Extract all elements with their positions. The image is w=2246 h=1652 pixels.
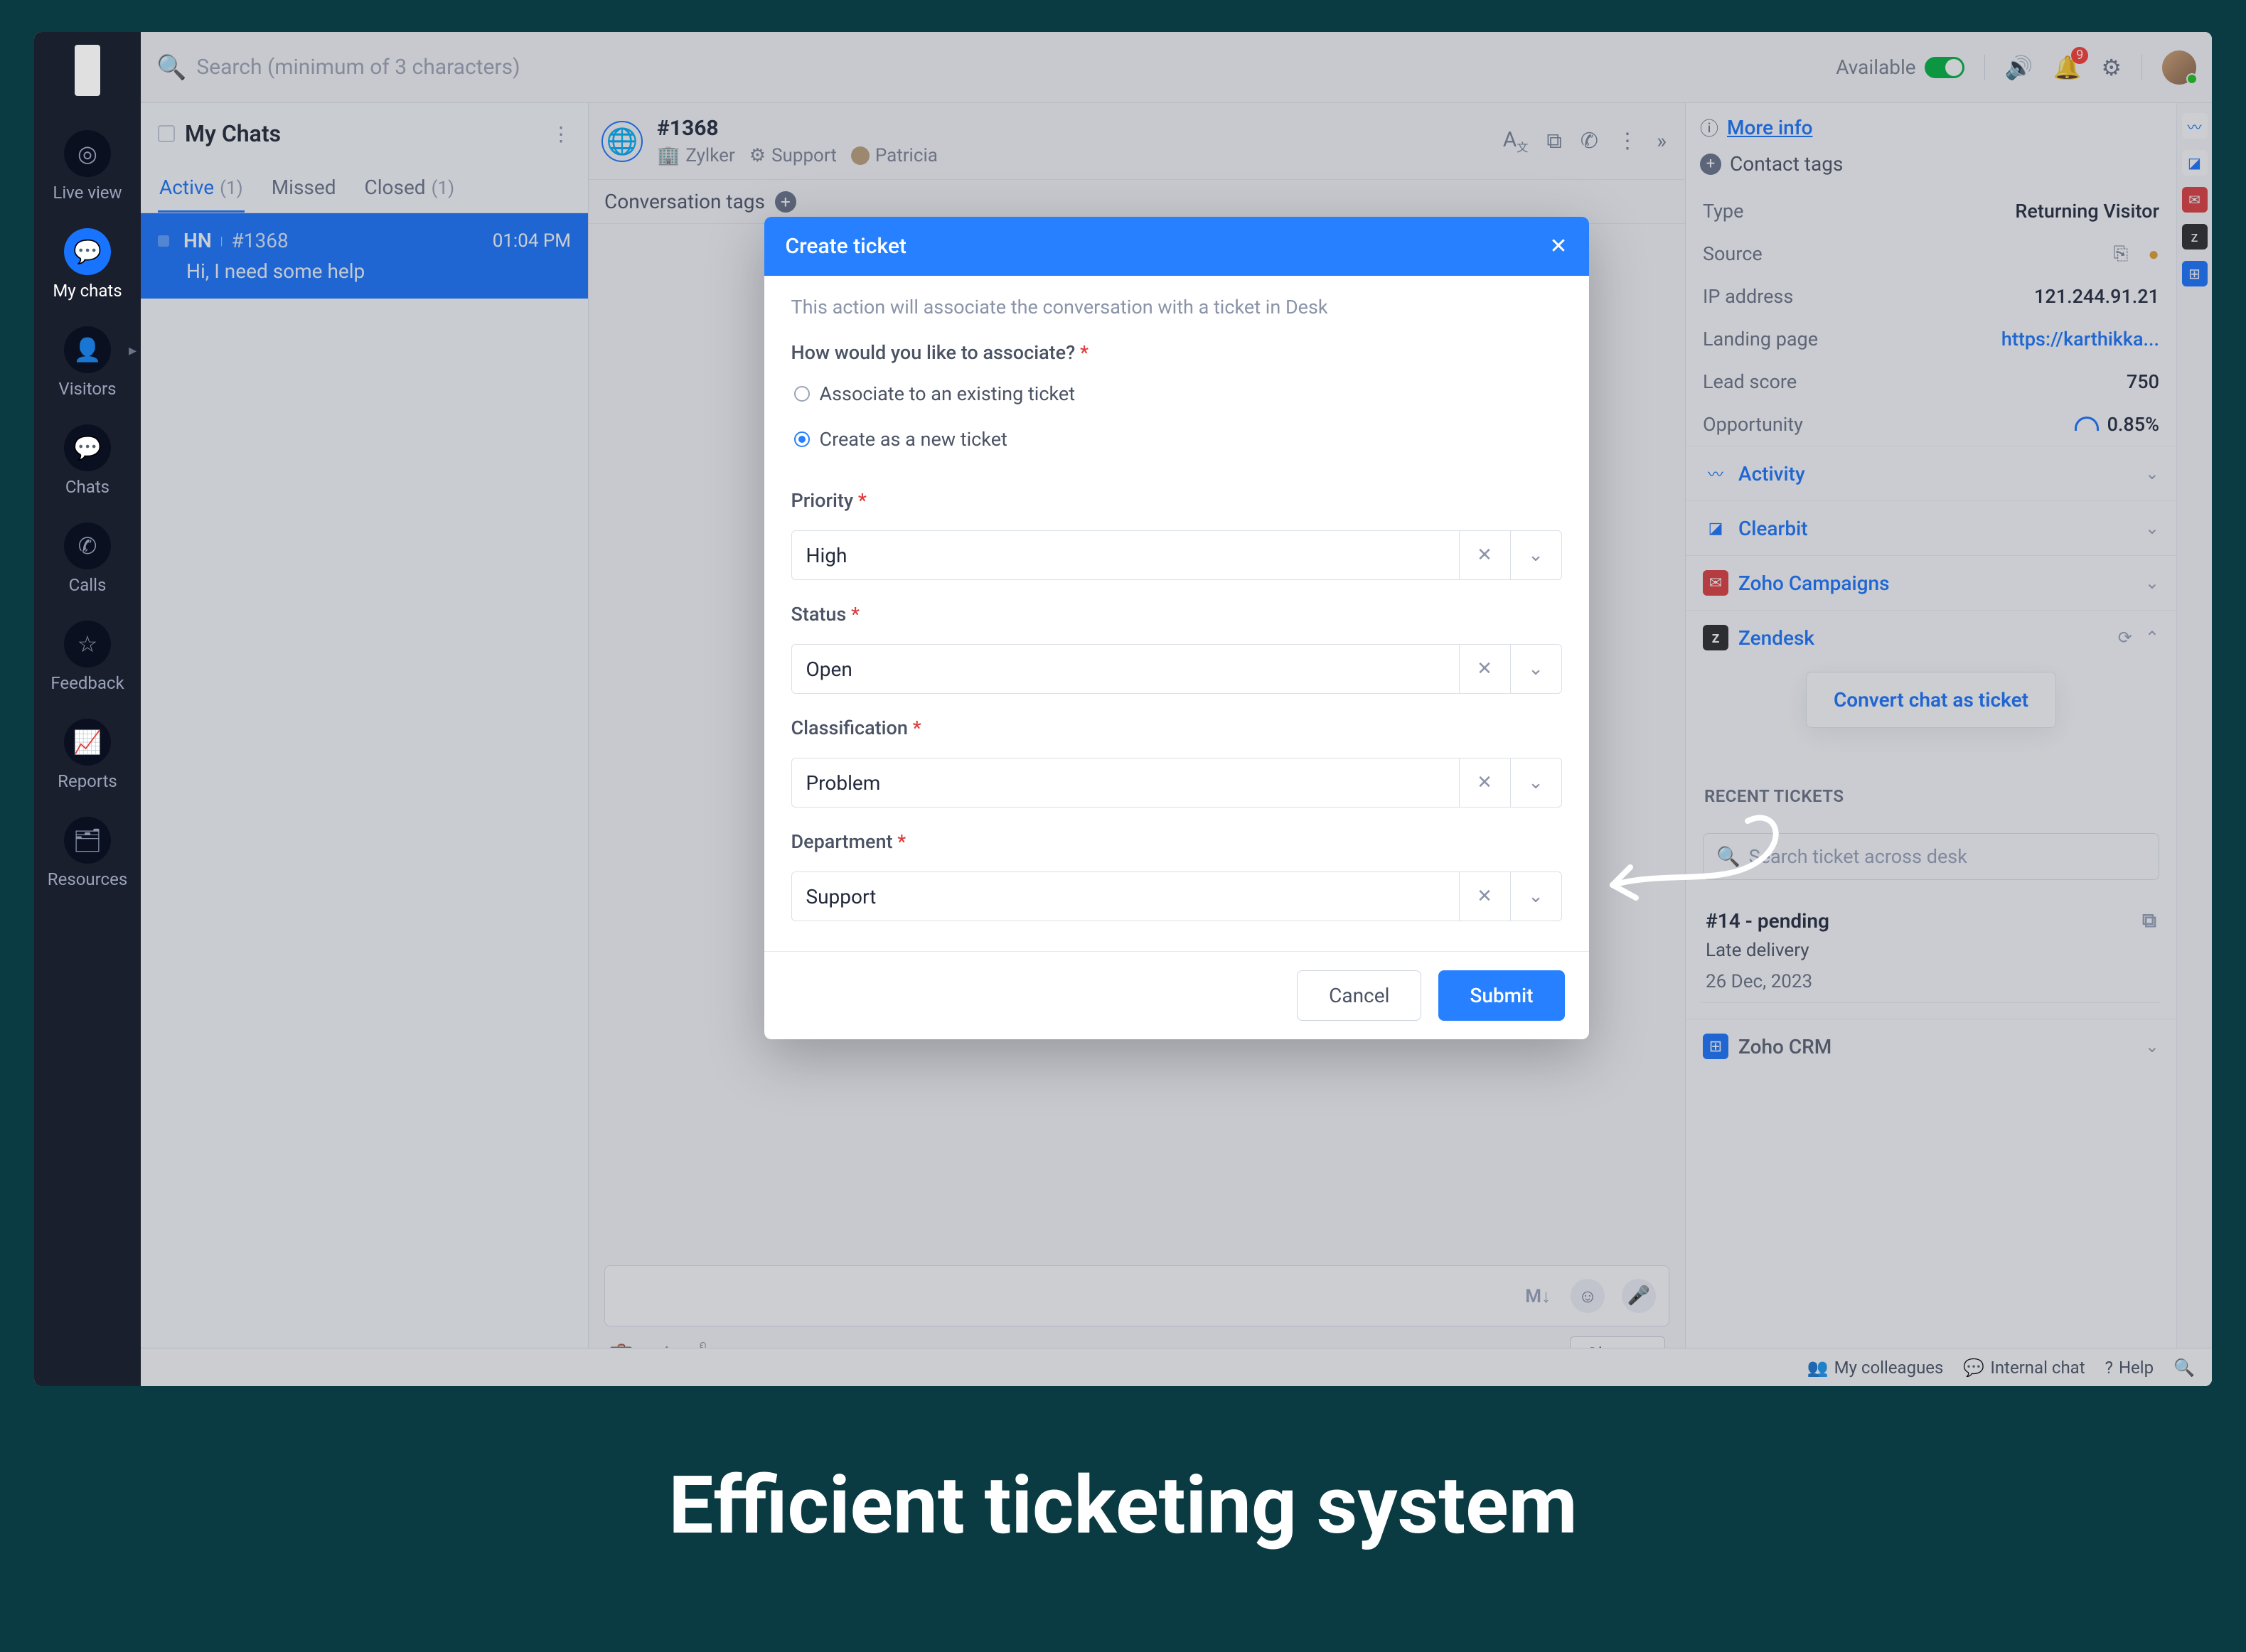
clear-icon[interactable]: ✕ — [1459, 758, 1510, 807]
cancel-button[interactable]: Cancel — [1297, 970, 1421, 1021]
rail-liveview[interactable]: ◎Live view — [34, 130, 141, 203]
app-window: ◎Live view 💬My chats 👤Visitors▸ 💬Chats ✆… — [34, 32, 2212, 1386]
rail-calls[interactable]: ✆Calls — [34, 522, 141, 595]
clear-icon[interactable]: ✕ — [1459, 645, 1510, 693]
priority-select[interactable]: High ✕ ⌄ — [791, 530, 1562, 580]
close-icon[interactable]: ✕ — [1549, 234, 1567, 259]
marketing-caption: Efficient ticketing system — [0, 1459, 2246, 1552]
status-select[interactable]: Open ✕ ⌄ — [791, 644, 1562, 694]
rail-logo — [75, 45, 100, 96]
submit-button[interactable]: Submit — [1438, 970, 1564, 1021]
rail-visitors[interactable]: 👤Visitors▸ — [34, 326, 141, 399]
create-ticket-modal: Create ticket ✕ This action will associa… — [764, 217, 1589, 1039]
chevron-down-icon[interactable]: ⌄ — [1510, 758, 1561, 807]
rail-reports[interactable]: 📈Reports — [34, 719, 141, 791]
department-select[interactable]: Support ✕ ⌄ — [791, 871, 1562, 921]
radio-new[interactable]: Create as a new ticket — [791, 424, 1562, 455]
left-rail: ◎Live view 💬My chats 👤Visitors▸ 💬Chats ✆… — [34, 32, 141, 1386]
chevron-down-icon[interactable]: ⌄ — [1510, 645, 1561, 693]
rail-mychats[interactable]: 💬My chats — [34, 228, 141, 301]
rail-chats[interactable]: 💬Chats — [34, 424, 141, 497]
chevron-down-icon[interactable]: ⌄ — [1510, 872, 1561, 921]
modal-title: Create ticket — [786, 234, 907, 259]
radio-icon — [794, 386, 810, 402]
modal-overlay: Create ticket ✕ This action will associa… — [141, 32, 2212, 1386]
radio-icon — [794, 431, 810, 447]
classification-select[interactable]: Problem ✕ ⌄ — [791, 758, 1562, 808]
main-area: 🔍 Search (minimum of 3 characters) Avail… — [141, 32, 2212, 1386]
chevron-down-icon[interactable]: ⌄ — [1510, 531, 1561, 579]
clear-icon[interactable]: ✕ — [1459, 872, 1510, 921]
rail-feedback[interactable]: ☆Feedback — [34, 621, 141, 693]
modal-hint: This action will associate the conversat… — [791, 296, 1562, 327]
radio-existing[interactable]: Associate to an existing ticket — [791, 378, 1562, 409]
rail-resources[interactable]: 🗂Resources — [34, 817, 141, 889]
clear-icon[interactable]: ✕ — [1459, 531, 1510, 579]
